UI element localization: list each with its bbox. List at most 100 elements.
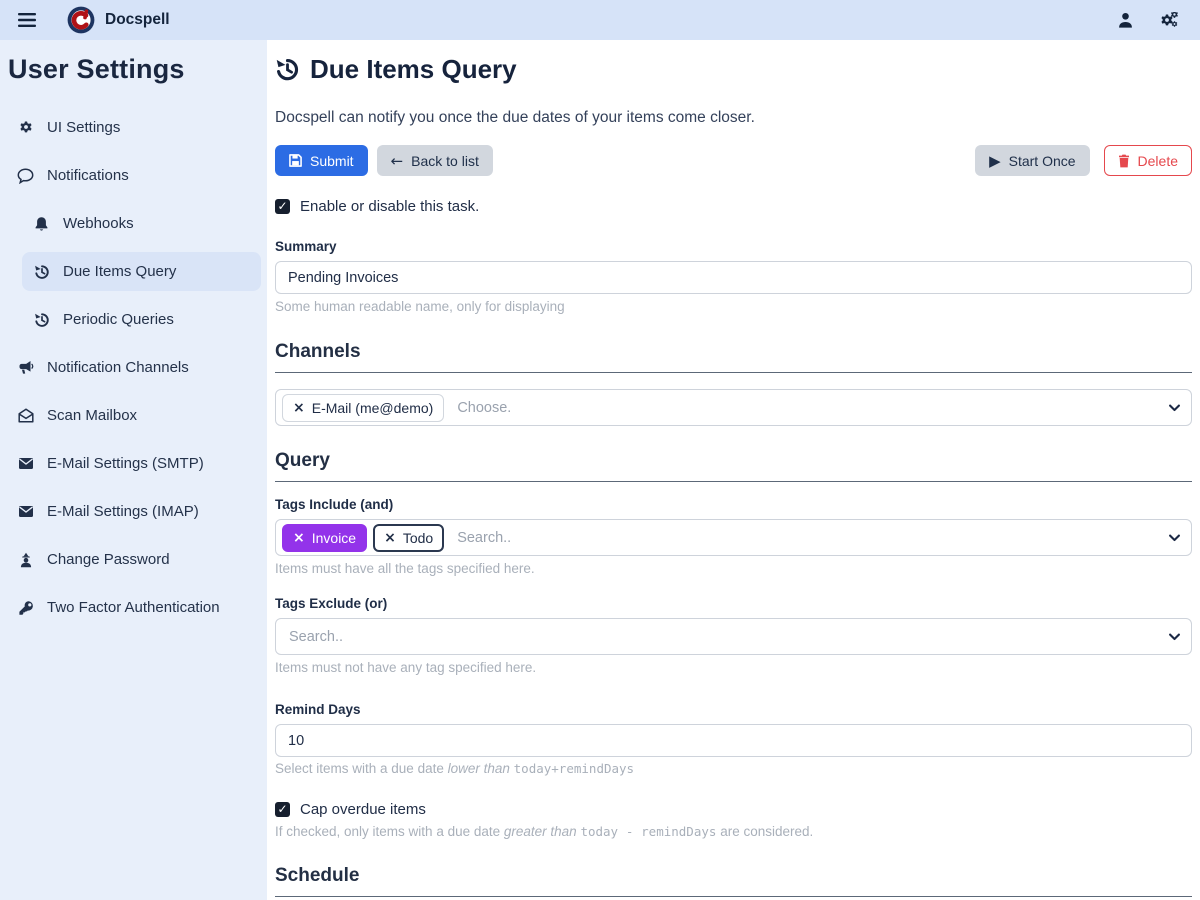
- mail-open-icon: [16, 408, 35, 423]
- channel-chip[interactable]: × E-Mail (me@demo): [282, 394, 444, 422]
- enable-task-row: ✓ Enable or disable this task.: [275, 198, 1192, 215]
- navbar-actions: [1118, 12, 1187, 28]
- sidebar-item-notification-channels[interactable]: Notification Channels: [6, 348, 261, 387]
- sidebar-item-webhooks[interactable]: Webhooks: [22, 204, 261, 243]
- schedule-heading: Schedule: [275, 865, 1192, 897]
- remind-days-help: Select items with a due date lower than …: [275, 761, 1192, 776]
- key-icon: [16, 600, 35, 616]
- submit-button[interactable]: Submit: [275, 145, 368, 176]
- sidebar-item-two-factor[interactable]: Two Factor Authentication: [6, 588, 261, 627]
- save-icon: [289, 154, 302, 167]
- delete-button[interactable]: Delete: [1104, 145, 1192, 176]
- envelope-icon: [16, 457, 35, 470]
- sidebar-item-label: Webhooks: [63, 215, 134, 232]
- cap-overdue-row: ✓ Cap overdue items: [275, 801, 1192, 818]
- submit-label: Submit: [310, 153, 354, 169]
- cap-help-sep: -: [626, 824, 634, 839]
- tags-exclude-help: Items must not have any tag specified he…: [275, 660, 1192, 675]
- remind-help-code: today+remindDays: [514, 761, 634, 776]
- top-navbar: Docspell: [0, 0, 1200, 40]
- history-icon: [32, 264, 51, 280]
- app-logo[interactable]: Docspell: [67, 6, 170, 34]
- cogs-icon[interactable]: [1160, 12, 1179, 28]
- channel-chip-label: E-Mail (me@demo): [312, 400, 434, 416]
- sidebar-item-ui-settings[interactable]: UI Settings: [6, 108, 261, 147]
- toolbar: Submit ← Back to list ▶ Start Once Delet…: [275, 145, 1192, 176]
- chevron-down-icon: [1169, 534, 1180, 541]
- page-description: Docspell can notify you once the due dat…: [275, 109, 1192, 127]
- comment-icon: [16, 168, 35, 184]
- summary-input[interactable]: [275, 261, 1192, 294]
- start-once-label: Start Once: [1009, 153, 1076, 169]
- tags-exclude-label: Tags Exclude (or): [275, 596, 1192, 611]
- user-icon[interactable]: [1118, 12, 1133, 28]
- remind-days-input[interactable]: [275, 724, 1192, 757]
- sidebar-item-label: Scan Mailbox: [47, 407, 137, 424]
- tag-chip-label: Todo: [403, 530, 433, 546]
- tags-include-label: Tags Include (and): [275, 497, 1192, 512]
- chevron-down-icon: [1169, 633, 1180, 640]
- start-once-button[interactable]: ▶ Start Once: [975, 145, 1089, 176]
- sidebar-item-due-items-query[interactable]: Due Items Query: [22, 252, 261, 291]
- sidebar-item-label: E-Mail Settings (IMAP): [47, 503, 199, 520]
- remove-icon[interactable]: ×: [384, 530, 396, 546]
- envelope-icon: [16, 505, 35, 518]
- tag-chip-invoice[interactable]: × Invoice: [282, 524, 367, 552]
- page-title-text: Due Items Query: [310, 54, 517, 85]
- gear-icon: [16, 120, 35, 136]
- back-to-list-button[interactable]: ← Back to list: [377, 145, 493, 176]
- remind-help-emphasis: lower than: [448, 761, 510, 776]
- cap-overdue-help: If checked, only items with a due date g…: [275, 824, 1192, 839]
- sidebar-item-label: Notification Channels: [47, 359, 189, 376]
- tags-exclude-placeholder: Search..: [289, 629, 343, 645]
- tags-exclude-select[interactable]: Search..: [275, 618, 1192, 655]
- user-secret-icon: [16, 552, 35, 568]
- sidebar-item-label: Change Password: [47, 551, 170, 568]
- channels-select[interactable]: × E-Mail (me@demo) Choose.: [275, 389, 1192, 426]
- sidebar-nav: UI Settings Notifications Webhooks Due I…: [3, 108, 264, 627]
- menu-icon[interactable]: [13, 6, 41, 34]
- sidebar-item-periodic-queries[interactable]: Periodic Queries: [22, 300, 261, 339]
- channels-heading: Channels: [275, 341, 1192, 373]
- remove-icon[interactable]: ×: [293, 400, 305, 416]
- play-icon: ▶: [989, 152, 1001, 170]
- cap-help-code1: today: [580, 824, 618, 839]
- delete-label: Delete: [1138, 153, 1178, 169]
- remind-days-label: Remind Days: [275, 702, 1192, 717]
- sidebar-item-email-smtp[interactable]: E-Mail Settings (SMTP): [6, 444, 261, 483]
- page-title: Due Items Query: [275, 54, 1192, 85]
- cap-overdue-checkbox[interactable]: ✓: [275, 802, 290, 817]
- query-heading: Query: [275, 450, 1192, 482]
- tag-chip-label: Invoice: [312, 530, 356, 546]
- channels-placeholder: Choose.: [457, 400, 511, 416]
- chevron-down-icon: [1169, 404, 1180, 411]
- bell-icon: [32, 216, 51, 232]
- sidebar-item-label: Notifications: [47, 167, 129, 184]
- sidebar-item-label: Two Factor Authentication: [47, 599, 220, 616]
- history-icon: [32, 312, 51, 328]
- sidebar-item-change-password[interactable]: Change Password: [6, 540, 261, 579]
- toolbar-right: ▶ Start Once Delete: [975, 145, 1192, 176]
- tag-chip-todo[interactable]: × Todo: [373, 524, 444, 552]
- enable-task-checkbox[interactable]: ✓: [275, 199, 290, 214]
- sidebar-item-label: E-Mail Settings (SMTP): [47, 455, 204, 472]
- cap-help-code2: remindDays: [641, 824, 716, 839]
- remove-icon[interactable]: ×: [293, 530, 305, 546]
- arrow-left-icon: ←: [391, 152, 404, 170]
- sidebar-item-scan-mailbox[interactable]: Scan Mailbox: [6, 396, 261, 435]
- trash-icon: [1118, 154, 1130, 168]
- due-items-query-page: Due Items Query Docspell can notify you …: [267, 40, 1200, 900]
- tags-include-placeholder: Search..: [457, 530, 511, 546]
- cap-help-prefix: If checked, only items with a due date: [275, 824, 504, 839]
- sidebar-item-notifications[interactable]: Notifications: [6, 156, 261, 195]
- sidebar-item-label: Periodic Queries: [63, 311, 174, 328]
- brand-name: Docspell: [105, 11, 170, 29]
- enable-task-label: Enable or disable this task.: [300, 198, 479, 215]
- summary-label: Summary: [275, 239, 1192, 254]
- tags-include-select[interactable]: × Invoice × Todo Search..: [275, 519, 1192, 556]
- sidebar-item-label: Due Items Query: [63, 263, 176, 280]
- remind-help-prefix: Select items with a due date: [275, 761, 448, 776]
- cap-help-emphasis: greater than: [504, 824, 577, 839]
- sidebar-item-email-imap[interactable]: E-Mail Settings (IMAP): [6, 492, 261, 531]
- history-icon: [275, 57, 300, 82]
